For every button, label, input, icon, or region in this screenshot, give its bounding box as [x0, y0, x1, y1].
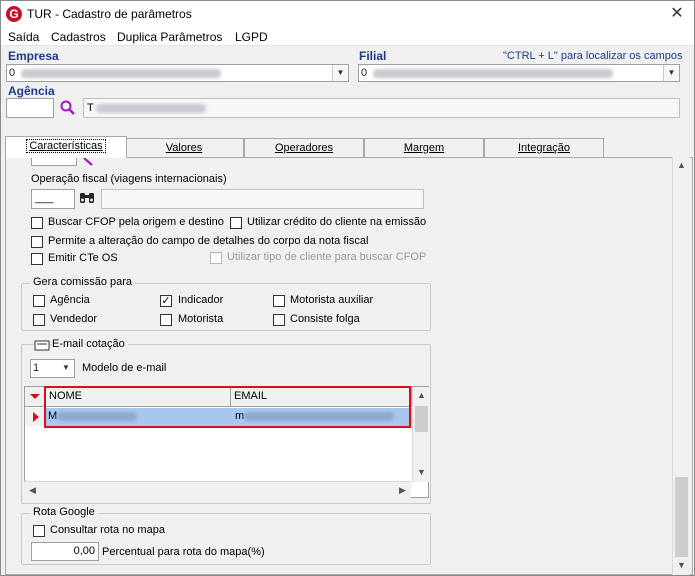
buscar-cfop-checkbox[interactable]: [31, 217, 43, 229]
chevron-down-icon[interactable]: ▼: [663, 65, 679, 81]
scroll-up-icon[interactable]: ▲: [413, 387, 430, 404]
envelope-icon: [34, 339, 50, 351]
emitir-cte-checkbox[interactable]: [31, 253, 43, 265]
utilizar-tipo-label: Utilizar tipo de cliente para buscar CFO…: [227, 251, 427, 263]
filial-redacted-text: [373, 69, 613, 78]
modelo-email-label: Modelo de e-mail: [82, 362, 167, 374]
buscar-cfop-label: Buscar CFOP pela origem e destino: [48, 216, 224, 228]
comissao-vendedor-checkbox[interactable]: [33, 314, 45, 326]
consultar-rota-checkbox[interactable]: [33, 525, 45, 537]
partial-input[interactable]: [31, 158, 77, 166]
modelo-email-select[interactable]: 1 ▼: [30, 359, 75, 378]
binoculars-icon[interactable]: [79, 191, 95, 205]
scroll-down-icon[interactable]: ▼: [413, 464, 430, 481]
filial-value: 0: [361, 67, 368, 79]
menu-lgpd[interactable]: LGPD: [235, 30, 268, 44]
menu-duplica-parametros[interactable]: Duplica Parâmetros: [117, 30, 222, 44]
empresa-select[interactable]: 0 ▼: [6, 64, 349, 82]
comissao-motorista-auxiliar-label: Motorista auxiliar: [290, 294, 374, 306]
comissao-motorista-checkbox[interactable]: [160, 314, 172, 326]
consultar-rota-label: Consultar rota no mapa: [50, 524, 165, 536]
menu-cadastros[interactable]: Cadastros: [51, 30, 106, 44]
email-redacted-text: [244, 412, 394, 421]
tab-caracteristicas[interactable]: Características: [5, 136, 127, 158]
chevron-down-icon[interactable]: ▼: [332, 65, 348, 81]
panel-scroll-thumb[interactable]: [675, 477, 688, 557]
filial-label: Filial: [359, 49, 387, 63]
window-title: TUR - Cadastro de parâmetros: [27, 7, 192, 21]
localizar-hint: "CTRL + L" para localizar os campos: [503, 50, 683, 62]
table-row[interactable]: M m: [45, 408, 412, 426]
empresa-value: 0: [9, 67, 16, 79]
menu-bar: Saída Cadastros Duplica Parâmetros LGPD: [1, 27, 694, 46]
tab-bar: Características Valores Operadores Marge…: [1, 136, 694, 158]
tab-valores[interactable]: Valores: [124, 138, 244, 158]
rota-google-title: Rota Google: [30, 506, 98, 518]
panel-vertical-scrollbar[interactable]: ▲ ▼: [672, 157, 690, 575]
percentual-rota-label: Percentual para rota do mapa(%): [102, 546, 265, 558]
permite-alteracao-label: Permite a alteração do campo de detalhes…: [48, 235, 369, 247]
comissao-motorista-auxiliar-checkbox[interactable]: [273, 295, 285, 307]
row-nome: M: [48, 410, 58, 422]
agencia-label: Agência: [8, 84, 55, 98]
chevron-down-icon[interactable]: ▼: [58, 360, 74, 377]
app-logo-icon: G: [6, 6, 22, 22]
utilizar-credito-label: Utilizar crédito do cliente na emissão: [247, 216, 427, 228]
grid-header-email[interactable]: EMAIL: [231, 387, 412, 407]
grid-header-nome[interactable]: NOME: [46, 387, 231, 407]
operacao-fiscal-input[interactable]: ___: [31, 189, 75, 209]
grid-corner: [25, 387, 46, 407]
grid-horizontal-scrollbar[interactable]: ◀ ▶: [24, 481, 411, 498]
comissao-title: Gera comissão para: [30, 276, 136, 288]
percentual-rota-input[interactable]: 0,00: [31, 542, 99, 561]
nome-redacted-text: [57, 412, 137, 421]
comissao-agencia-label: Agência: [50, 294, 90, 306]
comissao-agencia-checkbox[interactable]: [33, 295, 45, 307]
sort-down-icon[interactable]: [25, 387, 45, 406]
tab-operadores[interactable]: Operadores: [244, 138, 364, 158]
utilizar-credito-checkbox[interactable]: [230, 217, 242, 229]
search-icon[interactable]: [59, 99, 77, 117]
comissao-consiste-folga-checkbox[interactable]: [273, 314, 285, 326]
comissao-indicador-label: Indicador: [178, 294, 224, 306]
grid-scroll-thumb[interactable]: [415, 406, 428, 432]
empresa-label: Empresa: [8, 49, 59, 63]
menu-saida[interactable]: Saída: [8, 30, 39, 44]
scroll-left-icon[interactable]: ◀: [24, 482, 41, 499]
comissao-indicador-checkbox[interactable]: ✓: [160, 295, 172, 307]
title-bar: G TUR - Cadastro de parâmetros ✕: [1, 1, 694, 27]
close-button[interactable]: ✕: [665, 4, 689, 24]
scroll-down-icon[interactable]: ▼: [673, 557, 690, 574]
scroll-right-icon[interactable]: ▶: [394, 482, 411, 499]
comissao-consiste-folga-label: Consiste folga: [290, 313, 360, 325]
operacao-fiscal-description: [101, 189, 424, 209]
agencia-redacted-text: [96, 104, 206, 113]
email-cotacao-title: E-mail cotação: [52, 338, 128, 350]
operacao-fiscal-value: ___: [35, 192, 54, 204]
search-icon[interactable]: [81, 158, 95, 166]
comissao-vendedor-label: Vendedor: [50, 313, 98, 325]
agencia-value: T: [87, 102, 94, 114]
row-email: m: [235, 410, 245, 422]
empresa-redacted-text: [21, 69, 221, 78]
utilizar-tipo-checkbox: [210, 252, 222, 264]
modelo-email-value: 1: [33, 362, 40, 374]
row-pointer-icon: [33, 412, 39, 422]
agencia-name-field: T: [83, 98, 680, 118]
grid-vertical-scrollbar[interactable]: ▲ ▼: [412, 387, 429, 482]
scroll-up-icon[interactable]: ▲: [673, 157, 690, 174]
row-indicator: [25, 408, 45, 426]
agencia-code-input[interactable]: [6, 98, 54, 118]
tab-integracao[interactable]: Integração: [484, 138, 604, 158]
operacao-fiscal-label: Operação fiscal (viagens internacionais): [31, 173, 227, 185]
filial-select[interactable]: 0 ▼: [358, 64, 680, 82]
main-window: G TUR - Cadastro de parâmetros ✕ Saída C…: [0, 0, 695, 576]
emitir-cte-label: Emitir CTe OS: [48, 252, 118, 264]
percentual-rota-value: 0,00: [73, 545, 95, 557]
comissao-motorista-label: Motorista: [178, 313, 224, 325]
permite-alteracao-checkbox[interactable]: [31, 236, 43, 248]
tab-margem[interactable]: Margem: [364, 138, 484, 158]
